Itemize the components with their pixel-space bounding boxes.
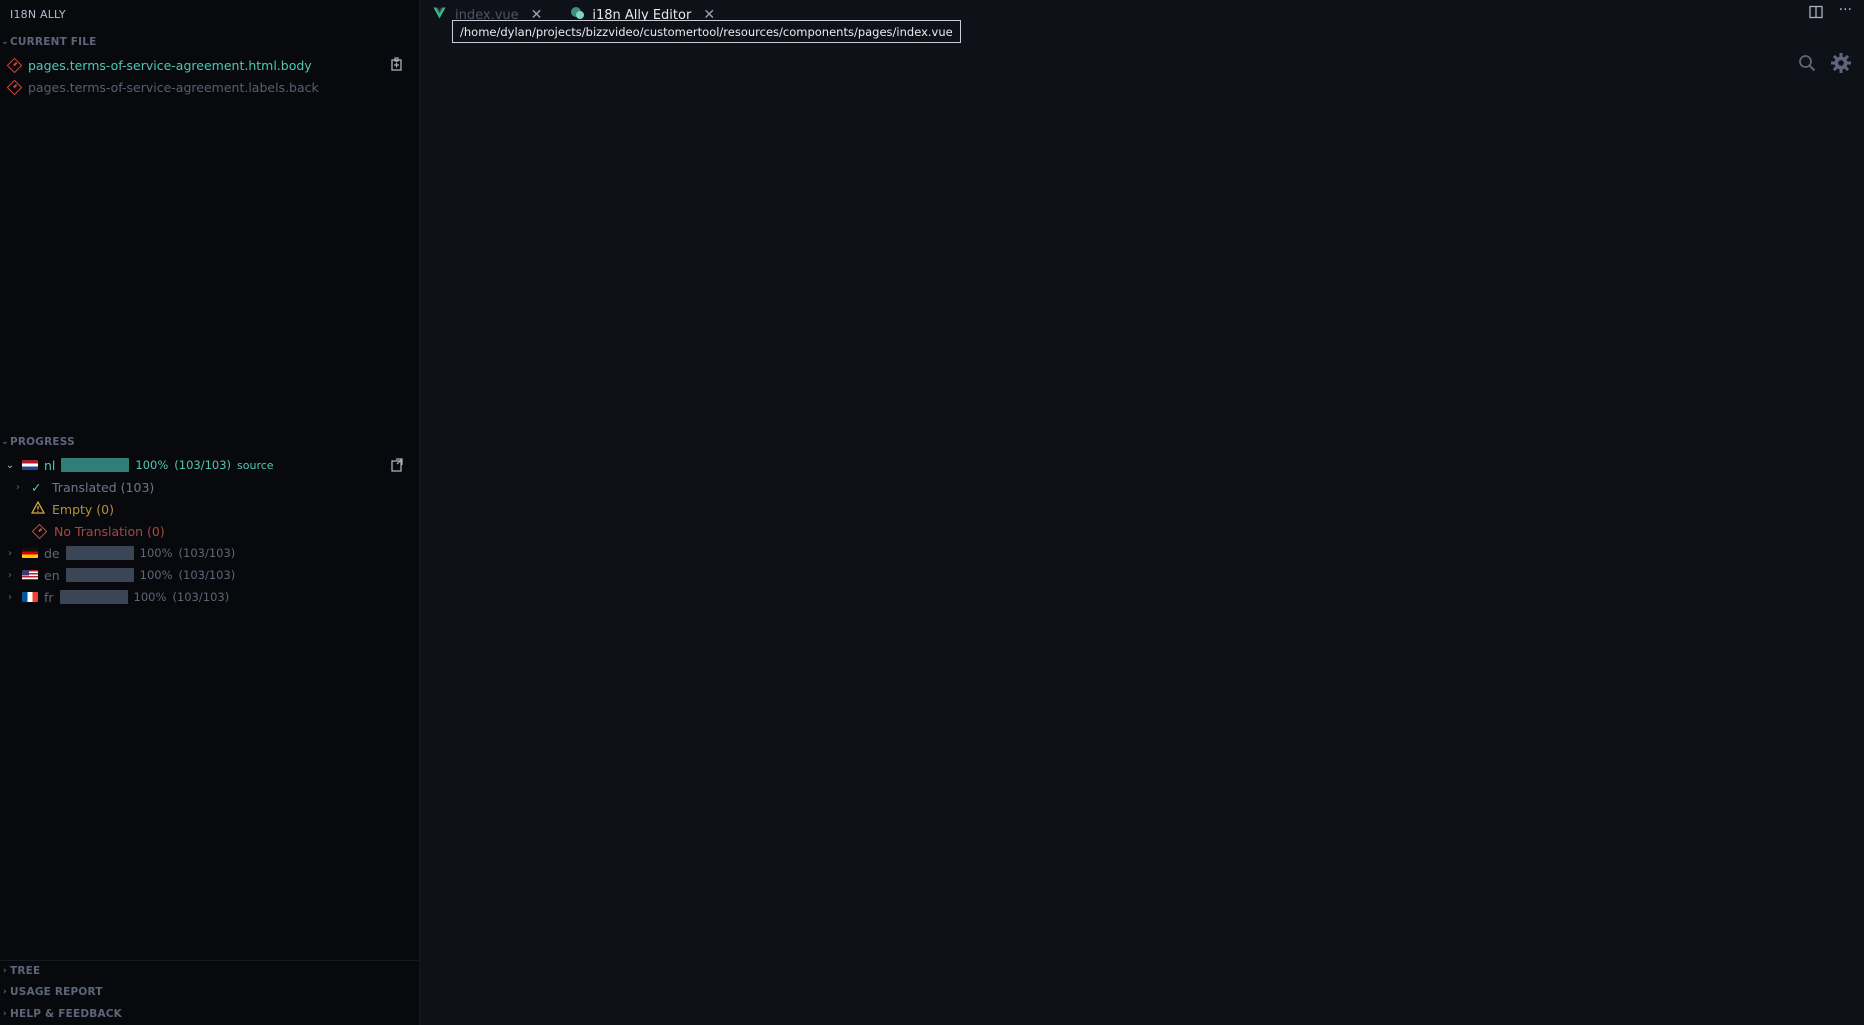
chevron-right-icon: › [3, 965, 7, 976]
locale-code: nl [44, 457, 56, 473]
open-locale-icon[interactable] [390, 458, 404, 475]
gear-icon[interactable] [1830, 52, 1852, 78]
locale-code: en [44, 567, 60, 583]
sidebar-title: I18N ALLY [10, 8, 66, 21]
locale-count: (103/103) [172, 590, 230, 604]
locale-count: (103/103) [178, 568, 236, 582]
locale-percent: 100% [135, 458, 169, 472]
locale-count: (103/103) [178, 546, 236, 560]
chevron-right-icon: › [3, 987, 7, 997]
locale-count: (103/103) [174, 458, 232, 472]
current-file-key: pages.terms-of-service-agreement.labels.… [28, 79, 319, 95]
missing-diamond-icon [6, 57, 23, 73]
current-file-item-back[interactable]: pages.terms-of-service-agreement.labels.… [0, 76, 420, 98]
chevron-right-icon: › [8, 547, 12, 559]
chevron-down-icon: ⌄ [1, 437, 9, 447]
progress-locale-en[interactable]: › en 100% (103/103) [0, 564, 420, 586]
chevron-right-icon: › [16, 481, 20, 493]
chevron-right-icon: › [8, 591, 12, 603]
editor-actions: ··· [1808, 3, 1852, 23]
chevron-down-icon: ⌄ [5, 459, 15, 471]
progress-no-translation[interactable]: No Translation (0) [0, 520, 420, 542]
more-actions-icon[interactable]: ··· [1839, 3, 1852, 23]
chevron-right-icon: › [8, 569, 12, 581]
progress-bar [61, 458, 130, 472]
section-usage-report-label: USAGE REPORT [10, 986, 103, 998]
split-editor-icon[interactable] [1808, 4, 1823, 23]
section-progress-label: PROGRESS [10, 436, 75, 448]
source-tag: source [237, 458, 274, 472]
section-tree[interactable]: › TREE [0, 960, 420, 980]
search-icon[interactable] [1798, 54, 1816, 76]
vue-icon [433, 7, 447, 23]
open-editor-icon[interactable] [390, 57, 404, 74]
no-translation-label: No Translation (0) [54, 523, 165, 539]
translated-label: Translated (103) [52, 479, 155, 495]
locale-percent: 100% [133, 590, 167, 604]
locale-percent: 100% [139, 546, 173, 560]
locale-code: de [44, 545, 60, 561]
i18n-editor-toolbar [1798, 52, 1852, 78]
locale-percent: 100% [139, 568, 173, 582]
check-icon: ✓ [31, 479, 42, 495]
chevron-right-icon: › [3, 1009, 7, 1019]
current-file-key: pages.terms-of-service-agreement.html.bo… [28, 57, 312, 73]
progress-locale-nl[interactable]: ⌄ nl 100% (103/103) source [0, 454, 420, 476]
fr-flag-icon [22, 592, 38, 602]
i18n-ally-sidebar: I18N ALLY ⌄ CURRENT FILE pages.terms-of-… [0, 0, 420, 1025]
progress-bar [65, 546, 134, 560]
chevron-down-icon: ⌄ [1, 37, 9, 47]
section-current-file[interactable]: ⌄ CURRENT FILE [0, 32, 420, 52]
progress-locale-de[interactable]: › de 100% (103/103) [0, 542, 420, 564]
progress-translated[interactable]: › ✓ Translated (103) [0, 476, 420, 498]
progress-empty[interactable]: Empty (0) [0, 498, 420, 520]
progress-locale-fr[interactable]: › fr 100% (103/103) [0, 586, 420, 608]
de-flag-icon [22, 548, 38, 558]
us-flag-icon [22, 570, 38, 580]
progress-bar [65, 568, 134, 582]
missing-diamond-icon [6, 79, 23, 95]
section-help-feedback-label: HELP & FEEDBACK [10, 1008, 123, 1020]
tab-path-tooltip: /home/dylan/projects/bizzvideo/customert… [452, 20, 961, 43]
section-help-feedback[interactable]: › HELP & FEEDBACK [0, 1004, 420, 1024]
locale-code: fr [44, 589, 54, 605]
section-usage-report[interactable]: › USAGE REPORT [0, 982, 420, 1002]
warning-icon [30, 500, 46, 517]
missing-diamond-icon [31, 523, 48, 539]
section-current-file-label: CURRENT FILE [10, 36, 97, 48]
section-progress[interactable]: ⌄ PROGRESS [0, 432, 420, 452]
current-file-item-body[interactable]: pages.terms-of-service-agreement.html.bo… [0, 54, 420, 76]
section-tree-label: TREE [10, 964, 41, 977]
progress-bar [59, 590, 128, 604]
empty-label: Empty (0) [52, 501, 114, 517]
nl-flag-icon [22, 460, 38, 470]
